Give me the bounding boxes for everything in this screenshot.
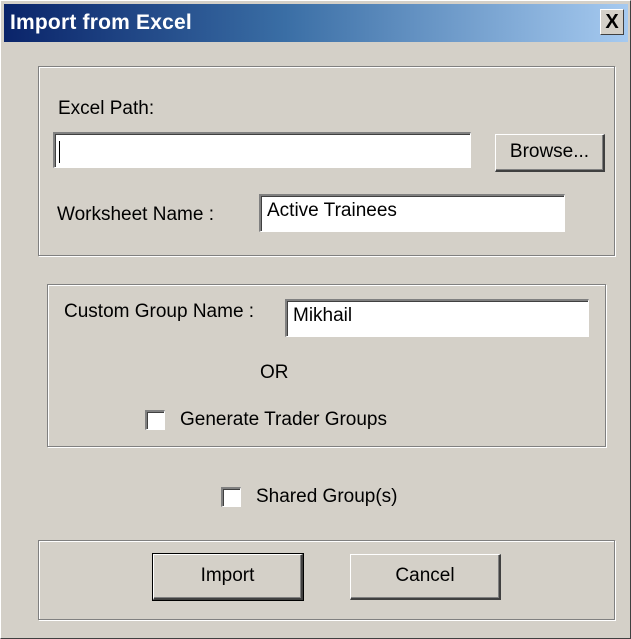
generate-trader-groups-checkbox[interactable] (145, 410, 165, 430)
close-button[interactable]: X (600, 9, 624, 35)
title-bar[interactable]: Import from Excel X (4, 4, 628, 42)
import-dialog: Import from Excel X Excel Path: Browse..… (0, 0, 631, 639)
cancel-label: Cancel (395, 565, 455, 586)
button-panel (38, 540, 615, 620)
close-icon: X (605, 11, 619, 33)
excel-path-input[interactable] (53, 132, 471, 168)
worksheet-name-value: Active Trainees (267, 200, 397, 221)
worksheet-name-input[interactable]: Active Trainees (259, 194, 565, 232)
or-separator: OR (260, 362, 289, 383)
generate-trader-groups-label[interactable]: Generate Trader Groups (180, 409, 387, 431)
browse-label: Browse... (509, 141, 590, 162)
worksheet-name-label: Worksheet Name : (57, 204, 214, 225)
cancel-button[interactable]: Cancel (350, 554, 501, 600)
excel-path-label: Excel Path: (58, 98, 155, 119)
custom-group-name-value: Mikhail (293, 305, 353, 326)
custom-group-name-label: Custom Group Name : (64, 301, 255, 322)
shared-groups-checkbox[interactable] (221, 487, 241, 507)
import-button[interactable]: Import (152, 553, 304, 601)
import-label: Import (200, 565, 255, 586)
custom-group-name-input[interactable]: Mikhail (285, 299, 589, 337)
browse-button[interactable]: Browse... (495, 134, 605, 172)
window-title: Import from Excel (10, 11, 192, 34)
shared-groups-label[interactable]: Shared Group(s) (256, 486, 398, 508)
text-caret (59, 141, 60, 163)
